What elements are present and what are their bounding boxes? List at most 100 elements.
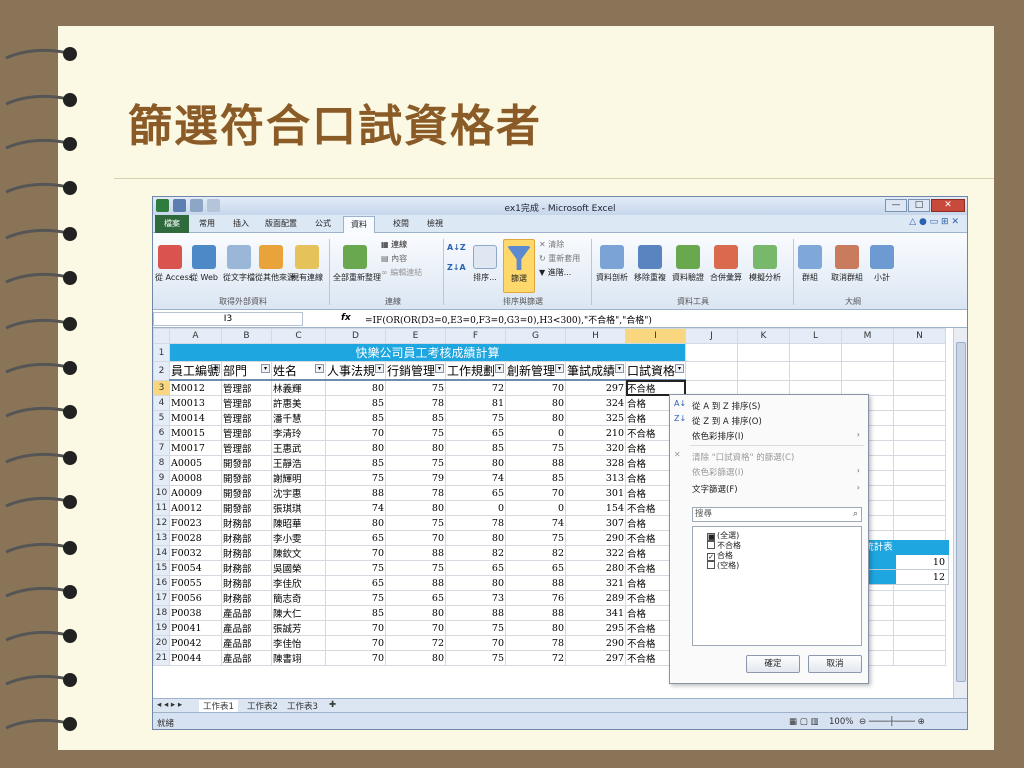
consolidate-button[interactable]: 合併彙算: [709, 245, 743, 283]
menu-clear-filter[interactable]: 清除 "口試資格" 的篩選(C): [692, 451, 794, 463]
row-number[interactable]: 10: [153, 485, 170, 501]
column-filter-header[interactable]: ▾ 筆試成績: [565, 361, 626, 381]
tab-review[interactable]: 校閱: [393, 218, 409, 229]
cell[interactable]: 65: [325, 575, 386, 591]
row-number[interactable]: 13: [153, 530, 170, 546]
cell[interactable]: 開發部: [221, 470, 272, 486]
cell[interactable]: 75: [325, 590, 386, 606]
cancel-button[interactable]: 取消: [808, 655, 862, 673]
cell[interactable]: 82: [445, 545, 506, 561]
filter-option-blank[interactable]: (空格): [707, 561, 739, 571]
text-to-columns-button[interactable]: 資料剖析: [595, 245, 629, 283]
ok-button[interactable]: 確定: [746, 655, 800, 673]
cell[interactable]: 74: [325, 500, 386, 516]
column-header[interactable]: L: [789, 328, 842, 344]
cell[interactable]: A0005: [169, 455, 222, 471]
cell[interactable]: 154: [565, 500, 626, 516]
row-number[interactable]: 20: [153, 635, 170, 651]
column-header[interactable]: J: [685, 328, 738, 344]
row-number[interactable]: 17: [153, 590, 170, 606]
cell[interactable]: 70: [385, 530, 446, 546]
cell[interactable]: [685, 361, 738, 381]
cell[interactable]: [893, 395, 946, 411]
advanced-filter-button[interactable]: ▼ 進階...: [539, 267, 571, 278]
cell[interactable]: 75: [445, 650, 506, 666]
cell[interactable]: 產品部: [221, 635, 272, 651]
column-filter-header[interactable]: ▾ 姓名: [271, 361, 326, 381]
row-number[interactable]: 12: [153, 515, 170, 531]
cell[interactable]: F0056: [169, 590, 222, 606]
column-header[interactable]: H: [565, 328, 626, 344]
filter-option-fail[interactable]: 不合格: [707, 541, 741, 551]
cell[interactable]: 李佳欣: [271, 575, 326, 591]
cell[interactable]: 78: [505, 635, 566, 651]
cell[interactable]: 210: [565, 425, 626, 441]
cell[interactable]: 65: [445, 485, 506, 501]
filter-option-select-all[interactable]: ■ (全選): [707, 531, 739, 541]
column-filter-header[interactable]: ▾ 口試資格: [625, 361, 686, 381]
subtotal-button[interactable]: 小計: [869, 245, 895, 283]
row-number[interactable]: 19: [153, 620, 170, 636]
cell[interactable]: 75: [325, 470, 386, 486]
cell[interactable]: 80: [385, 440, 446, 456]
cell[interactable]: [893, 485, 946, 501]
sort-za-icon[interactable]: Z↓A: [447, 263, 466, 272]
cell[interactable]: 65: [445, 560, 506, 576]
cell[interactable]: 65: [385, 590, 446, 606]
cell[interactable]: 65: [445, 425, 506, 441]
cell[interactable]: 88: [325, 485, 386, 501]
filter-dropdown-button[interactable]: ▾: [495, 364, 504, 373]
tab-insert[interactable]: 插入: [233, 218, 249, 229]
cell[interactable]: 79: [385, 470, 446, 486]
filter-option-pass[interactable]: ✓ 合格: [707, 551, 733, 561]
cell[interactable]: 李佳怡: [271, 635, 326, 651]
tab-page-layout[interactable]: 版面配置: [265, 218, 297, 229]
cell[interactable]: 70: [325, 425, 386, 441]
group-button[interactable]: 群組: [797, 245, 823, 283]
column-filter-header[interactable]: ▾ 行銷管理: [385, 361, 446, 381]
filter-dropdown-button[interactable]: ▾: [315, 364, 324, 373]
cell[interactable]: 75: [505, 440, 566, 456]
cell[interactable]: 322: [565, 545, 626, 561]
filter-dropdown-button[interactable]: ▾: [261, 364, 270, 373]
row-number[interactable]: 7: [153, 440, 170, 456]
cell[interactable]: 陳欽文: [271, 545, 326, 561]
filter-button[interactable]: 篩選: [503, 239, 535, 293]
cell[interactable]: 管理部: [221, 410, 272, 426]
row-number[interactable]: 14: [153, 545, 170, 561]
cell[interactable]: A0008: [169, 470, 222, 486]
refresh-all-button[interactable]: 全部重新整理: [333, 245, 381, 283]
sort-button[interactable]: 排序...: [471, 245, 499, 283]
maximize-button[interactable]: □: [908, 199, 930, 212]
tab-formulas[interactable]: 公式: [315, 218, 331, 229]
cell[interactable]: 財務部: [221, 560, 272, 576]
cell[interactable]: 沈宇惠: [271, 485, 326, 501]
cell[interactable]: 73: [445, 590, 506, 606]
row-number[interactable]: 16: [153, 575, 170, 591]
cell[interactable]: 管理部: [221, 440, 272, 456]
cell[interactable]: 李清玲: [271, 425, 326, 441]
row-number[interactable]: 6: [153, 425, 170, 441]
cell[interactable]: [893, 361, 946, 381]
cell[interactable]: 75: [385, 455, 446, 471]
from-web-button[interactable]: 從 Web: [189, 245, 219, 283]
cell[interactable]: F0054: [169, 560, 222, 576]
tab-file[interactable]: 檔案: [155, 215, 189, 233]
vertical-scrollbar[interactable]: [953, 328, 967, 698]
cell[interactable]: 65: [325, 530, 386, 546]
cell[interactable]: 財務部: [221, 530, 272, 546]
cell[interactable]: 297: [565, 379, 626, 396]
cell[interactable]: [841, 343, 894, 362]
help-icon[interactable]: △ ● ▭ ⊞ ✕: [909, 217, 959, 227]
cell[interactable]: 74: [505, 515, 566, 531]
cell[interactable]: 75: [445, 620, 506, 636]
row-number[interactable]: 9: [153, 470, 170, 486]
cell[interactable]: 78: [445, 515, 506, 531]
cell[interactable]: [893, 590, 946, 606]
from-access-button[interactable]: 從 Access: [155, 245, 193, 283]
cell[interactable]: 307: [565, 515, 626, 531]
cell[interactable]: 325: [565, 410, 626, 426]
cell[interactable]: 70: [325, 635, 386, 651]
cell[interactable]: 85: [385, 410, 446, 426]
cell[interactable]: 75: [385, 425, 446, 441]
